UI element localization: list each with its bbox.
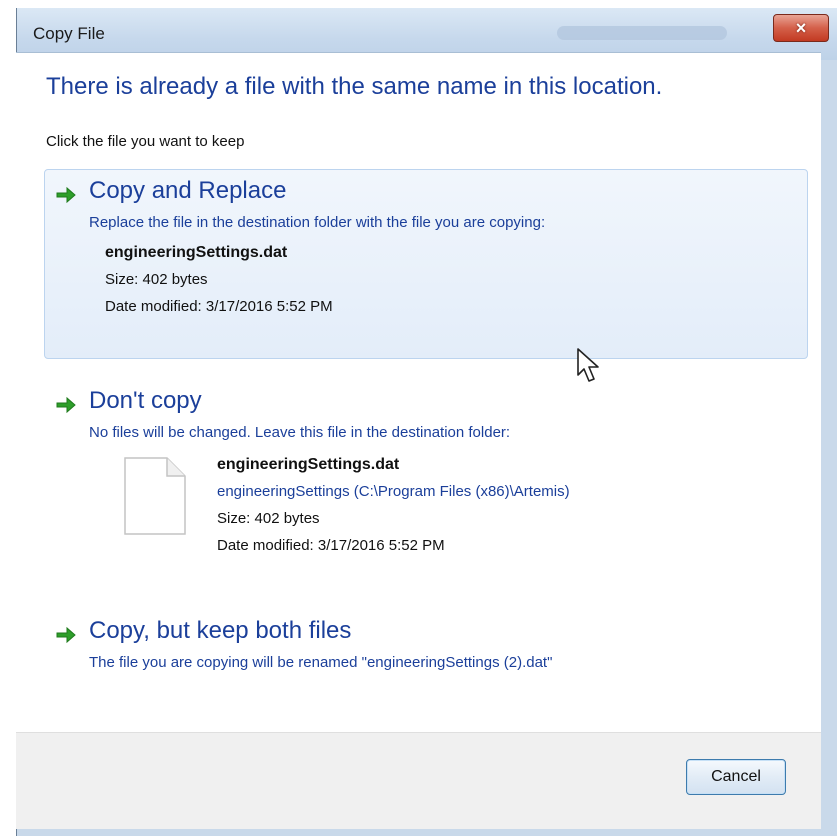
option-keep-both[interactable]: Copy, but keep both files The file you a… [44,609,808,685]
green-arrow-icon [56,396,76,414]
sub-instruction: Click the file you want to keep [46,133,245,150]
file-icon [124,457,186,535]
option-description: No files will be changed. Leave this fil… [89,424,511,441]
green-arrow-icon [56,186,76,204]
green-arrow-icon [56,626,76,644]
dialog-footer: Cancel [16,732,821,829]
file-name: engineeringSettings.dat [217,456,400,473]
option-title: Copy and Replace [89,177,287,204]
window-title: Copy File [33,24,105,43]
main-instruction: There is already a file with the same na… [46,73,663,100]
option-description: The file you are copying will be renamed… [89,654,553,671]
option-description: Replace the file in the destination fold… [89,214,546,231]
file-location: engineeringSettings (C:\Program Files (x… [217,483,570,500]
dialog-content: There is already a file with the same na… [16,52,821,733]
mouse-cursor-icon [577,348,599,382]
file-size: Size: 402 bytes [105,271,208,288]
file-date-modified: Date modified: 3/17/2016 5:52 PM [217,537,445,554]
cancel-button[interactable]: Cancel [686,759,786,795]
option-title: Copy, but keep both files [89,617,352,644]
file-name: engineeringSettings.dat [105,244,288,261]
option-copy-and-replace[interactable]: Copy and Replace Replace the file in the… [44,169,808,359]
title-bar-blurred-text [557,26,727,40]
file-size: Size: 402 bytes [217,510,320,527]
close-button[interactable]: × [773,14,829,42]
option-dont-copy[interactable]: Don't copy No files will be changed. Lea… [44,379,808,583]
option-title: Don't copy [89,387,202,414]
file-date-modified: Date modified: 3/17/2016 5:52 PM [105,298,333,315]
